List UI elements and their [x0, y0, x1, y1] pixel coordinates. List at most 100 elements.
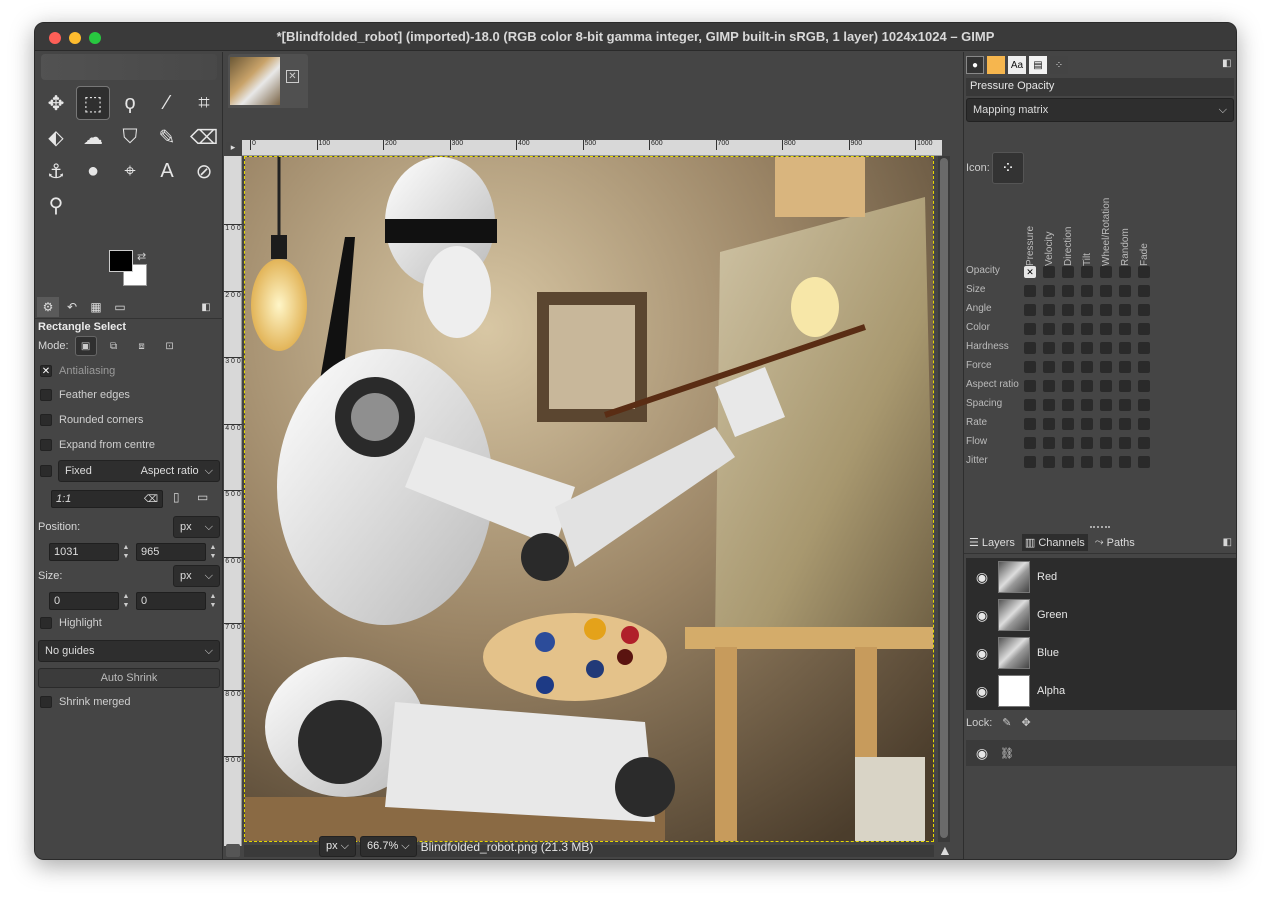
feather-edges-option[interactable]: Feather edges	[40, 389, 130, 401]
devices-tab[interactable]: ▭	[109, 297, 131, 317]
matrix-cell[interactable]	[1119, 304, 1131, 316]
mode-intersect-button[interactable]: ⊡	[159, 336, 181, 356]
fixed-dropdown[interactable]: Fixed Aspect ratio ⌵	[58, 460, 220, 482]
minimize-window-button[interactable]	[69, 32, 81, 44]
lock-position-icon[interactable]: ✥	[1022, 716, 1031, 729]
matrix-cell[interactable]	[1081, 342, 1093, 354]
position-y-spinner[interactable]: ▲ ▼	[207, 543, 219, 561]
matrix-cell[interactable]	[1081, 361, 1093, 373]
navigate-icon[interactable]	[226, 844, 240, 857]
matrix-cell[interactable]	[1081, 323, 1093, 335]
matrix-cell[interactable]	[1043, 418, 1055, 430]
matrix-cell[interactable]	[1138, 456, 1150, 468]
text-tool-icon[interactable]: A	[150, 154, 184, 188]
matrix-cell[interactable]	[1043, 304, 1055, 316]
channel-row[interactable]: ◉ Blue	[966, 634, 1236, 672]
lower-channel-icon[interactable]: ﹀	[1075, 858, 1090, 859]
matrix-cell[interactable]	[1062, 399, 1074, 411]
mode-replace-button[interactable]: ▣	[74, 336, 97, 356]
zoom-tool-icon[interactable]: ⚲	[39, 188, 73, 222]
eye-icon[interactable]: ◉	[966, 683, 998, 700]
matrix-cell[interactable]	[1138, 380, 1150, 392]
matrix-cell[interactable]	[1100, 304, 1112, 316]
matrix-cell[interactable]	[1024, 323, 1036, 335]
rounded-corners-checkbox[interactable]	[40, 414, 52, 426]
image-canvas[interactable]	[244, 156, 934, 842]
matrix-cell[interactable]	[1119, 380, 1131, 392]
matrix-cell[interactable]	[1119, 418, 1131, 430]
delete-options-icon[interactable]: ⊠	[144, 858, 157, 859]
eye-icon[interactable]: ◉	[966, 607, 998, 624]
paths-tab[interactable]: ⤳ Paths	[1092, 534, 1138, 551]
fuzzy-select-tool-icon[interactable]: ⁄	[150, 86, 184, 120]
horizontal-ruler[interactable]: 0 100 200 300 400 500 600 700 800 900 1000	[242, 140, 942, 156]
matrix-cell[interactable]: ✕	[1024, 266, 1036, 278]
matrix-cell[interactable]	[1043, 361, 1055, 373]
dodge-burn-tool-icon[interactable]: ●	[76, 154, 110, 188]
matrix-cell[interactable]	[1024, 361, 1036, 373]
matrix-cell[interactable]	[1119, 285, 1131, 297]
matrix-cell[interactable]	[1062, 304, 1074, 316]
matrix-cell[interactable]	[1138, 361, 1150, 373]
matrix-cell[interactable]	[1043, 437, 1055, 449]
matrix-cell[interactable]	[1100, 418, 1112, 430]
foreground-color-swatch[interactable]	[109, 250, 133, 272]
mode-add-button[interactable]: ⧉	[103, 336, 125, 356]
matrix-cell[interactable]	[1043, 285, 1055, 297]
zoom-window-button[interactable]	[89, 32, 101, 44]
mapping-matrix-dropdown[interactable]: Mapping matrix ⌵	[966, 98, 1234, 122]
matrix-cell[interactable]	[1138, 399, 1150, 411]
lasso-tool-icon[interactable]: ϙ	[113, 86, 147, 120]
matrix-cell[interactable]	[1024, 399, 1036, 411]
mode-subtract-button[interactable]: ⧈	[131, 336, 153, 356]
lock-pixels-icon[interactable]: ✎	[1002, 716, 1011, 729]
matrix-cell[interactable]	[1043, 456, 1055, 468]
unit-dropdown[interactable]: px ⌵	[319, 836, 357, 857]
duplicate-channel-icon[interactable]: ⧉	[1123, 858, 1134, 859]
matrix-cell[interactable]	[1062, 342, 1074, 354]
bucket-fill-tool-icon[interactable]: ⛉	[113, 120, 147, 154]
channel-row[interactable]: ◉ Red	[966, 558, 1236, 596]
highlight-option[interactable]: Highlight	[40, 617, 102, 629]
close-tab-icon[interactable]: ✕	[286, 70, 299, 83]
raise-channel-icon[interactable]: ︿	[1026, 858, 1041, 859]
rounded-corners-option[interactable]: Rounded corners	[40, 414, 143, 426]
fixed-checkbox[interactable]	[40, 465, 52, 477]
shrink-merged-checkbox[interactable]	[40, 696, 52, 708]
size-unit-dropdown[interactable]: px ⌵	[173, 565, 220, 587]
image-tab[interactable]: ✕	[228, 54, 308, 108]
matrix-cell[interactable]	[1024, 437, 1036, 449]
matrix-cell[interactable]	[1100, 285, 1112, 297]
matrix-cell[interactable]	[1100, 399, 1112, 411]
undo-history-tab[interactable]: ↶	[61, 297, 83, 317]
zoom-corner-icon[interactable]: ▲	[938, 842, 952, 858]
channel-row[interactable]: ◉ Green	[966, 596, 1236, 634]
expand-from-centre-option[interactable]: Expand from centre	[40, 439, 155, 451]
auto-shrink-button[interactable]: Auto Shrink	[38, 668, 220, 688]
panel-menu-icon[interactable]: ◧	[195, 297, 217, 317]
delete-channel-icon[interactable]: ⊠	[1209, 858, 1222, 859]
matrix-cell[interactable]	[1043, 380, 1055, 392]
matrix-cell[interactable]	[1024, 304, 1036, 316]
antialiasing-option[interactable]: ✕ Antialiasing	[40, 365, 115, 377]
rect-select-tool-icon[interactable]: ⬚	[76, 86, 110, 120]
eye-icon[interactable]: ◉	[966, 569, 998, 586]
matrix-cell[interactable]	[1062, 285, 1074, 297]
images-tab[interactable]: ▦	[85, 297, 107, 317]
matrix-cell[interactable]	[1138, 342, 1150, 354]
matrix-cell[interactable]	[1100, 323, 1112, 335]
panel-menu-icon[interactable]: ◧	[1223, 537, 1232, 548]
matrix-cell[interactable]	[1119, 266, 1131, 278]
position-unit-dropdown[interactable]: px ⌵	[173, 516, 220, 538]
move-tool-icon[interactable]: ✥	[39, 86, 73, 120]
position-x-input[interactable]: 1031	[49, 543, 119, 561]
dynamics-icon[interactable]: ⁘	[992, 152, 1024, 184]
matrix-cell[interactable]	[1138, 285, 1150, 297]
matrix-cell[interactable]	[1024, 285, 1036, 297]
size-w-input[interactable]: 0	[49, 592, 119, 610]
matrix-cell[interactable]	[1100, 342, 1112, 354]
vertical-ruler[interactable]: 1 0 0 2 0 0 3 0 0 4 0 0 5 0 0 6 0 0 7 0 0 8 0 0…	[224, 156, 242, 846]
fixed-option[interactable]	[40, 465, 52, 477]
matrix-cell[interactable]	[1024, 380, 1036, 392]
matrix-cell[interactable]	[1081, 437, 1093, 449]
